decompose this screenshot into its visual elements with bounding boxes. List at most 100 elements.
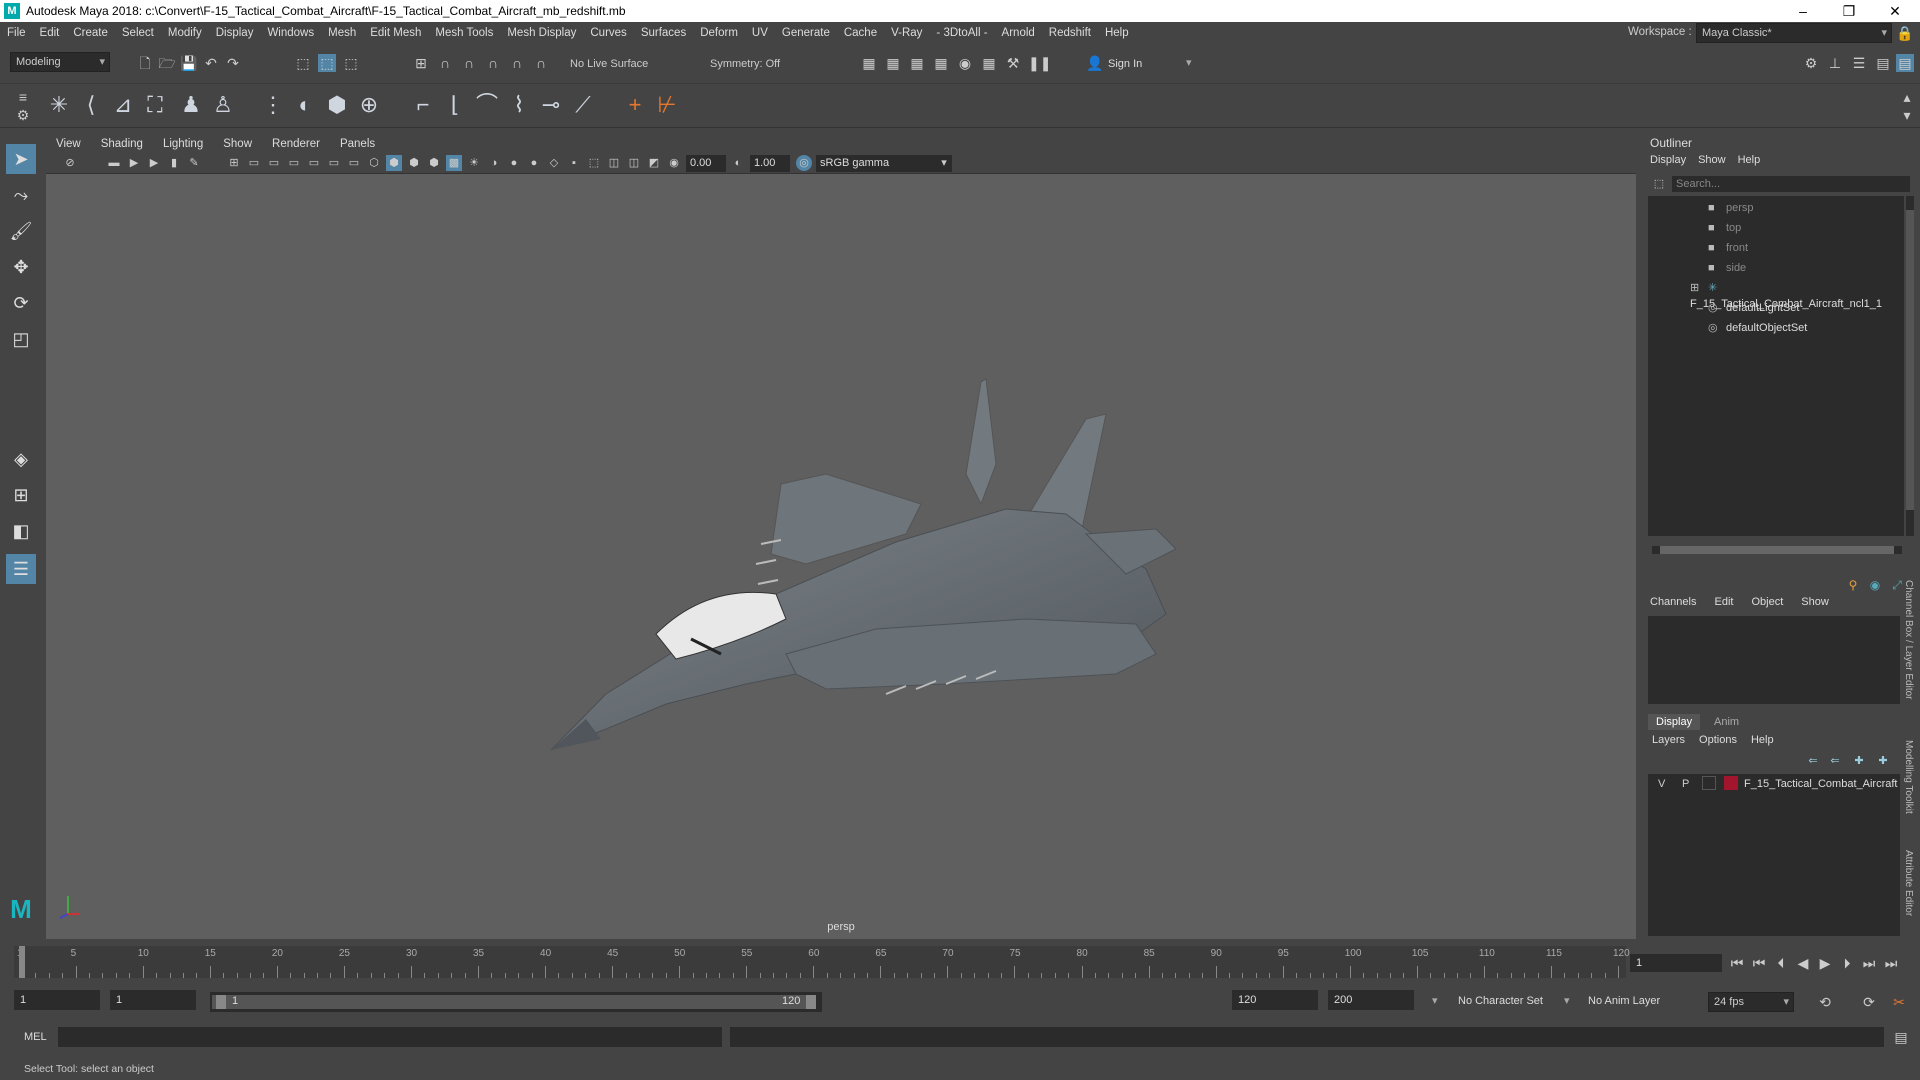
shelf-scroll-up-icon[interactable]: ▴	[1898, 88, 1916, 106]
expand-icon[interactable]: ⊞	[1690, 280, 1704, 296]
channels-menu-show[interactable]: Show	[1801, 596, 1829, 608]
workspace-dropdown[interactable]: Maya Classic*	[1696, 23, 1892, 43]
layer-color-swatch[interactable]	[1724, 776, 1738, 790]
aim-constraint-icon[interactable]: ⟋	[568, 90, 598, 120]
menu-select[interactable]: Select	[115, 27, 161, 39]
gamma-field[interactable]: 1.00	[750, 155, 790, 172]
perspective-viewport[interactable]: persp	[46, 174, 1636, 939]
channel-box-manip-icon[interactable]: ◉	[1866, 576, 1884, 594]
fps-dropdown[interactable]: 24 fps	[1708, 992, 1794, 1012]
outliner-item-default-object-set[interactable]: ◎ defaultObjectSet	[1708, 320, 1807, 336]
humanik-icon[interactable]: ♟	[176, 90, 206, 120]
side-tab-modelling-toolkit[interactable]: Modelling Toolkit	[1903, 740, 1914, 814]
layer-editor-icon[interactable]: ▤	[1896, 54, 1914, 72]
outliner-item-top[interactable]: ■ top	[1708, 220, 1741, 236]
outliner-vertical-scrollbar[interactable]	[1906, 196, 1914, 536]
xray-icon[interactable]: ◫	[606, 155, 622, 171]
character-set-dropdown[interactable]: No Character Set	[1458, 995, 1543, 1007]
select-hierarchy-icon[interactable]: ⬚	[294, 54, 312, 72]
exposure-field[interactable]: 0.00	[686, 155, 726, 172]
snap-surface-icon[interactable]: ∩	[508, 54, 526, 72]
outliner-item-persp[interactable]: ■ persp	[1708, 200, 1754, 216]
playback-start-field[interactable]: 1	[110, 990, 196, 1010]
script-editor-icon[interactable]: ▤	[1892, 1028, 1910, 1046]
loop-icon[interactable]: ⟲	[1816, 993, 1834, 1011]
anim-layer-dropdown[interactable]: No Anim Layer	[1588, 995, 1660, 1007]
sign-in-dropdown-icon[interactable]: ▾	[1186, 56, 1192, 69]
cluster-icon[interactable]: ⋮	[258, 90, 288, 120]
step-forward-key-icon[interactable]: ⏭	[1860, 954, 1878, 972]
play-backwards-icon[interactable]: ◀	[1794, 954, 1812, 972]
channel-box-icon[interactable]: ▤	[1874, 54, 1892, 72]
lattice-icon[interactable]: ◐	[290, 90, 320, 120]
xray-active-icon[interactable]: ◫	[626, 155, 642, 171]
attribute-editor-icon[interactable]: ⊥	[1826, 54, 1844, 72]
viewport-menu-panels[interactable]: Panels	[330, 138, 385, 150]
channel-box-key-icon[interactable]: ⚲	[1844, 576, 1862, 594]
sign-in-button[interactable]: Sign In	[1108, 58, 1142, 70]
outliner-menu-display[interactable]: Display	[1650, 154, 1686, 166]
select-object-icon[interactable]: ⬚	[318, 54, 336, 72]
menu-create[interactable]: Create	[66, 27, 115, 39]
quick-rig-icon[interactable]: ♙	[208, 90, 238, 120]
layer-type-toggle[interactable]	[1702, 776, 1716, 790]
new-layer-icon[interactable]: ✚	[1850, 752, 1868, 770]
menu-file[interactable]: File	[0, 27, 33, 39]
save-scene-icon[interactable]: 💾	[180, 54, 198, 72]
depth-of-field-icon[interactable]: ▪	[566, 155, 582, 171]
menu-deform[interactable]: Deform	[693, 27, 745, 39]
current-time-indicator[interactable]	[19, 946, 25, 978]
go-to-start-icon[interactable]: ⏮	[1728, 954, 1746, 972]
tool-settings-icon[interactable]: ☰	[1850, 54, 1868, 72]
menu-redshift[interactable]: Redshift	[1042, 27, 1098, 39]
layer-row[interactable]: V P F_15_Tactical_Combat_Aircraft	[1648, 774, 1900, 794]
menu-surfaces[interactable]: Surfaces	[634, 27, 693, 39]
animation-prefs-icon[interactable]: ✂	[1890, 993, 1908, 1011]
shelf-menu-icon[interactable]: ≡	[14, 88, 32, 106]
menu-mesh-tools[interactable]: Mesh Tools	[428, 27, 500, 39]
step-back-frame-icon[interactable]: ⏴	[1772, 954, 1790, 972]
sine-icon[interactable]: ⌇	[504, 90, 534, 120]
minimize-icon[interactable]: –	[1780, 0, 1826, 22]
viewport-menu-show[interactable]: Show	[213, 138, 262, 150]
move-tool-icon[interactable]: ✥	[6, 252, 36, 282]
modeling-toolkit-icon[interactable]: ⚙	[1802, 54, 1820, 72]
current-frame-field[interactable]: 1	[1630, 954, 1722, 972]
range-slider[interactable]: 1 120	[210, 992, 822, 1012]
auto-key-icon[interactable]: ⟳	[1860, 993, 1878, 1011]
screen-space-ao-icon[interactable]: ●	[506, 155, 522, 171]
rotate-tool-icon[interactable]: ⟳	[6, 288, 36, 318]
layer-visibility-toggle[interactable]: V	[1658, 778, 1665, 790]
smooth-shade-icon[interactable]: ⬢	[386, 155, 402, 171]
live-surface-label[interactable]: No Live Surface	[570, 58, 648, 70]
view-transform-arrow-icon[interactable]: ▾	[936, 155, 952, 171]
maximize-icon[interactable]: ❐	[1826, 0, 1872, 22]
hypershade-icon[interactable]: ◉	[956, 54, 974, 72]
gamma-icon[interactable]: ◐	[730, 155, 746, 171]
ipr-render-icon[interactable]: ▦	[908, 54, 926, 72]
outliner-item-side[interactable]: ■ side	[1708, 260, 1746, 276]
film-gate-icon[interactable]: ▭	[246, 155, 262, 171]
resolution-gate-icon[interactable]: ▭	[266, 155, 282, 171]
viewport-menu-view[interactable]: View	[46, 138, 91, 150]
exposure-icon[interactable]: ◉	[666, 155, 682, 171]
point-constraint-icon[interactable]: +	[620, 90, 650, 120]
open-scene-icon[interactable]: 🗁	[158, 54, 176, 72]
menu-generate[interactable]: Generate	[775, 27, 837, 39]
outliner-layout-icon[interactable]: ☰	[6, 554, 36, 584]
lasso-tool-icon[interactable]: ⤳	[6, 180, 36, 210]
menu-arnold[interactable]: Arnold	[995, 27, 1042, 39]
redshift-ipr-icon[interactable]: ⚒	[1004, 54, 1022, 72]
play-forwards-icon[interactable]: ▶	[1816, 954, 1834, 972]
playback-end-field[interactable]: 120	[1232, 990, 1318, 1010]
anim-layer-arrow-icon[interactable]: ▾	[1564, 994, 1570, 1007]
paint-select-icon[interactable]: 🖌	[6, 216, 36, 246]
layer-name[interactable]: F_15_Tactical_Combat_Aircraft	[1744, 778, 1897, 790]
single-perspective-icon[interactable]: ◈	[6, 444, 36, 474]
redshift-render-icon[interactable]: ▦	[980, 54, 998, 72]
wire-icon[interactable]: ⊕	[354, 90, 384, 120]
shelf-scroll-down-icon[interactable]: ▾	[1898, 106, 1916, 124]
outliner-menu-show[interactable]: Show	[1698, 154, 1726, 166]
channels-menu-object[interactable]: Object	[1751, 596, 1783, 608]
menu-help[interactable]: Help	[1098, 27, 1136, 39]
